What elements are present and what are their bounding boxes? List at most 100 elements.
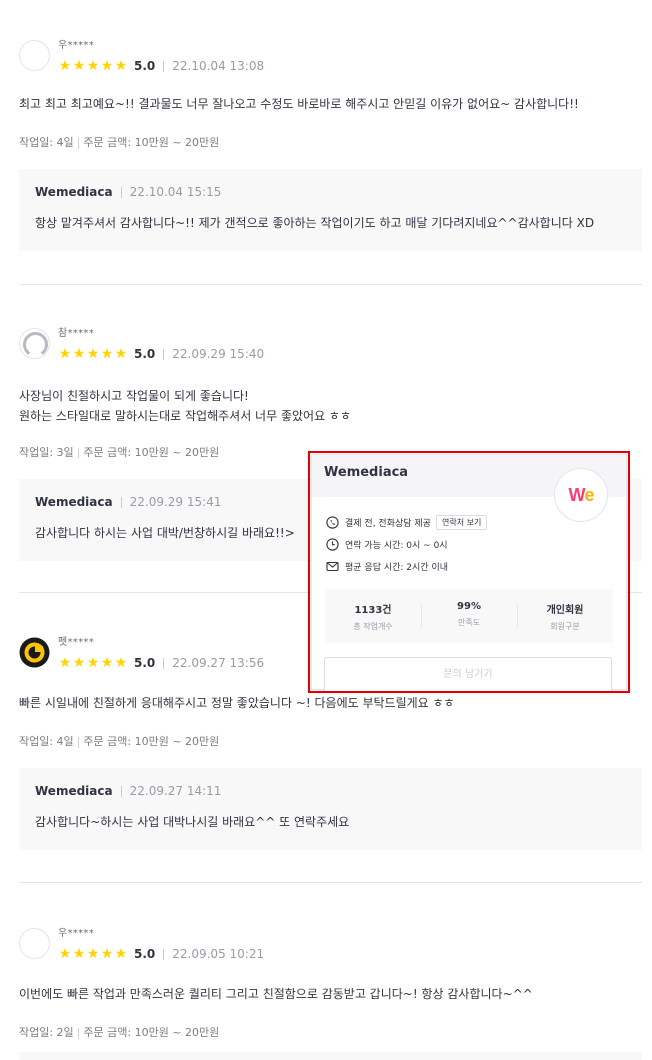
review-content: 이번에도 빠른 작업과 만족스러운 퀄리티 그리고 친절함으로 감동받고 갑니다…: [19, 984, 642, 1004]
phone-icon: [325, 515, 339, 529]
seller-stats: 1133건 총 작업개수 99% 만족도 개인회원 회원구분: [325, 589, 613, 643]
reply-text: 감사합니다~하시는 사업 대박나시길 바래요^^ 또 연락주세요: [35, 815, 350, 829]
logo-letter-e: e: [584, 484, 594, 505]
avatar: [19, 637, 50, 668]
stat-value: 개인회원: [546, 605, 584, 616]
star-icon: ★: [72, 946, 86, 962]
star-rating: ★ ★ ★ ★ ★: [58, 656, 128, 670]
reviewer-nickname: 참*****: [58, 328, 94, 339]
work-days: 작업일: 4일: [19, 735, 74, 748]
avatar: [19, 328, 50, 359]
review-text-line: 사장님이 친절하시고 작업물이 되게 좋습니다!: [19, 389, 249, 403]
star-icon: ★: [114, 58, 128, 74]
rating-score: 5.0: [134, 947, 156, 961]
view-contact-button[interactable]: 연락처 보기: [435, 514, 488, 530]
rating-score: 5.0: [134, 59, 156, 73]
review-content: 빠른 시일내에 친절하게 응대해주시고 정말 좋았습니다 ~! 다음에도 부탁드…: [19, 693, 642, 713]
star-icon: ★: [114, 655, 128, 671]
review-content: 사장님이 친절하시고 작업물이 되게 좋습니다! 원하는 스타일대로 말하시는대…: [19, 386, 642, 426]
divider: [120, 785, 122, 797]
stat-value: 1133건: [354, 605, 392, 616]
leave-inquiry-button[interactable]: 문의 남기기: [324, 657, 612, 693]
reply-date: 22.10.04 15:15: [129, 185, 222, 199]
star-icon: ★: [100, 655, 114, 671]
order-meta: 작업일: 2일 | 주문 금액: 10만원 ~ 20만원: [19, 1026, 220, 1039]
stat-label: 회원구분: [550, 622, 580, 631]
review-text-line: 원하는 스타일대로 말하시는대로 작업해주셔서 너무 좋았어요 ㅎㅎ: [19, 409, 352, 423]
star-icon: ★: [58, 346, 72, 362]
star-icon: ★: [100, 946, 114, 962]
stat-label: 만족도: [457, 618, 481, 627]
order-price: 주문 금액: 10만원 ~ 20만원: [83, 446, 220, 459]
review-date: 22.09.29 15:40: [172, 347, 265, 361]
work-days: 작업일: 4일: [19, 136, 74, 149]
order-price: 주문 금액: 10만원 ~ 20만원: [83, 735, 220, 748]
rating-score: 5.0: [134, 347, 156, 361]
review-item: 우***** ★ ★ ★ ★ ★ 5.0 22.10.04 13:08 최고 최고 최고…: [19, 30, 642, 251]
message-icon: [325, 559, 339, 573]
reviewer-nickname: 우*****: [58, 928, 94, 939]
clock-icon: [325, 537, 339, 551]
stat-satisfaction: 99% 만족도: [421, 589, 517, 643]
order-price: 주문 금액: 10만원 ~ 20만원: [83, 1026, 220, 1039]
divider: [163, 948, 165, 960]
star-icon: ★: [100, 346, 114, 362]
response-time-text: 평균 응답 시간: 2시간 이내: [345, 562, 449, 573]
reply-author: Wemediaca: [35, 185, 113, 199]
review-date: 22.10.04 13:08: [172, 59, 265, 73]
review-item: 우***** ★ ★ ★ ★ ★ 5.0 22.09.05 10:21 이번에도 빠른 …: [19, 918, 642, 1040]
divider: [163, 348, 165, 360]
reviewer-nickname: 우*****: [58, 40, 94, 51]
default-avatar-icon: [23, 332, 48, 358]
payment-info-text: 결제 전, 전화상담 제공: [345, 518, 431, 529]
star-icon: ★: [72, 58, 86, 74]
review-divider: [19, 284, 642, 285]
order-meta: 작업일: 4일 | 주문 금액: 10만원 ~ 20만원: [19, 136, 220, 149]
order-price: 주문 금액: 10만원 ~ 20만원: [83, 136, 220, 149]
reviewer-nickname: 펫*****: [58, 637, 94, 648]
star-icon: ★: [58, 946, 72, 962]
star-icon: ★: [86, 946, 100, 962]
star-icon: ★: [72, 346, 86, 362]
divider: [163, 60, 165, 72]
seller-reply: Wemediaca 22.09.27 14:11 감사합니다~하시는 사업 대박…: [19, 768, 642, 850]
logo-letter-w: W: [568, 484, 585, 505]
contact-hours-text: 연락 가능 시간: 0시 ~ 0시: [345, 540, 448, 551]
review-date: 22.09.27 13:56: [172, 656, 265, 670]
review-divider: [19, 882, 642, 883]
star-rating: ★ ★ ★ ★ ★: [58, 347, 128, 361]
divider: [163, 657, 165, 669]
review-content: 최고 최고 최고예요~!! 결과물도 너무 잘나오고 수정도 바로바로 해주시고…: [19, 94, 642, 114]
reply-date: 22.09.27 14:11: [129, 784, 222, 798]
camera-logo-icon: [19, 637, 50, 668]
star-rating: ★ ★ ★ ★ ★: [58, 947, 128, 961]
reply-author: Wemediaca: [35, 495, 113, 509]
star-icon: ★: [100, 58, 114, 74]
seller-profile-card: Wemediaca We 결제 전, 전화상담 제공 연락처 보기 연락 가능 …: [311, 454, 627, 693]
star-icon: ★: [86, 58, 100, 74]
reply-author: Wemediaca: [35, 784, 113, 798]
divider: [120, 496, 122, 508]
response-time-info: 평균 응답 시간: 2시간 이내: [325, 555, 614, 577]
star-icon: ★: [58, 58, 72, 74]
star-icon: ★: [72, 655, 86, 671]
review-date: 22.09.05 10:21: [172, 947, 265, 961]
stat-label: 총 작업개수: [353, 622, 393, 631]
review-text-line: 최고 최고 최고예요~!! 결과물도 너무 잘나오고 수정도 바로바로 해주시고…: [19, 97, 579, 111]
review-text-line: 빠른 시일내에 친절하게 응대해주시고 정말 좋았습니다 ~! 다음에도 부탁드…: [19, 696, 455, 710]
seller-reply: Wemediaca 22.10.04 15:15 항상 맡겨주셔서 감사합니다~…: [19, 169, 642, 251]
rating-score: 5.0: [134, 656, 156, 670]
order-meta: 작업일: 4일 | 주문 금액: 10만원 ~ 20만원: [19, 735, 220, 748]
reply-text: 항상 맡겨주셔서 감사합니다~!! 제가 갠적으로 좋아하는 작업이기도 하고 …: [35, 216, 595, 230]
contact-hours-info: 연락 가능 시간: 0시 ~ 0시: [325, 533, 614, 555]
divider: [120, 186, 122, 198]
work-days: 작업일: 3일: [19, 446, 74, 459]
reply-date: 22.09.29 15:41: [129, 495, 222, 509]
seller-logo[interactable]: We: [554, 468, 608, 522]
avatar: [19, 40, 50, 71]
work-days: 작업일: 2일: [19, 1026, 74, 1039]
reply-box-partial: [19, 1052, 642, 1060]
stat-value: 99%: [457, 601, 481, 612]
star-icon: ★: [58, 655, 72, 671]
star-icon: ★: [114, 946, 128, 962]
